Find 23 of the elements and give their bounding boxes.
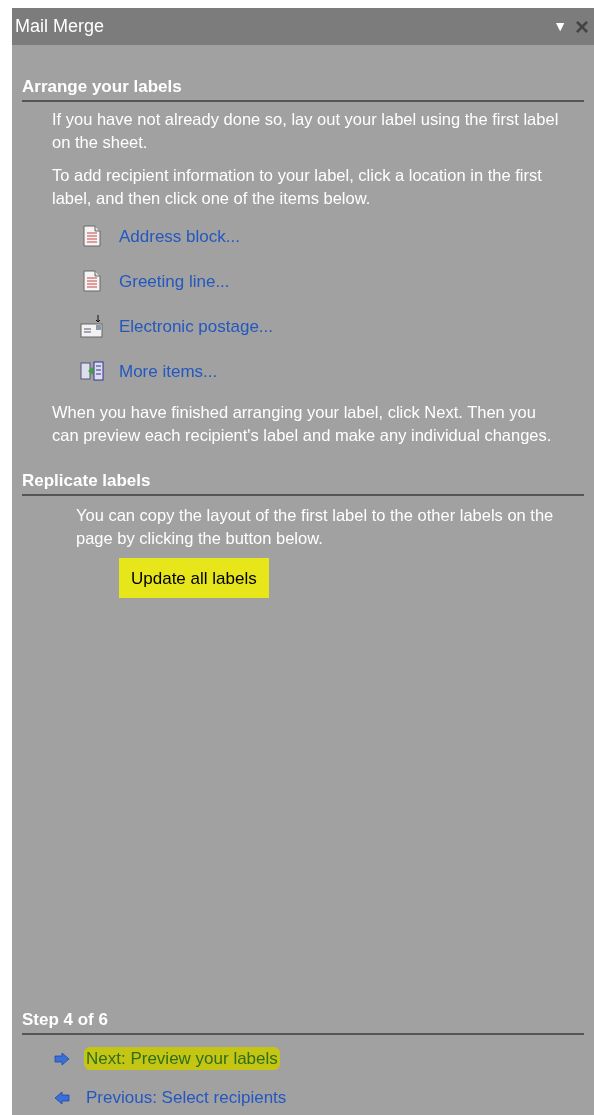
envelope-icon bbox=[80, 314, 104, 338]
right-arrow-icon bbox=[54, 1051, 70, 1066]
section-heading: Arrange your labels bbox=[22, 77, 182, 96]
step-link[interactable]: Previous: Select recipients bbox=[84, 1086, 289, 1109]
left-arrow-icon bbox=[54, 1090, 70, 1105]
close-button[interactable]: × bbox=[573, 14, 591, 39]
insert-item-link[interactable]: Greeting line... bbox=[119, 269, 230, 293]
update-all-labels-button[interactable]: Update all labels bbox=[119, 558, 269, 598]
section-heading: Step 4 of 6 bbox=[22, 1010, 108, 1029]
step-link[interactable]: Next: Preview your labels bbox=[84, 1047, 280, 1070]
insert-item-link[interactable]: Electronic postage... bbox=[119, 314, 274, 338]
instruction-text: When you have finished arranging your label, click Next. Then you can preview each recipient's label and make any individual changes. bbox=[51, 402, 553, 446]
insert-item-link[interactable]: Address block... bbox=[119, 224, 240, 248]
insert-item-link[interactable]: More items... bbox=[119, 359, 218, 383]
instruction-text: If you have not already done so, lay out your label using the first label on the sheet. bbox=[52, 109, 560, 153]
instruction-text: To add recipient information to your label, click a location in the first label, and then click one of the items below. bbox=[52, 165, 543, 209]
instruction-text: You can copy the layout of the first label to the other labels on the page by clicking the button below. bbox=[75, 505, 555, 549]
section-heading: Replicate labels bbox=[22, 471, 151, 490]
pane-menu-button[interactable]: ▼ bbox=[547, 15, 573, 38]
fields-icon bbox=[80, 361, 104, 381]
pane-title: Mail Merge bbox=[15, 15, 106, 38]
document-icon bbox=[83, 270, 101, 292]
document-icon bbox=[83, 225, 101, 247]
